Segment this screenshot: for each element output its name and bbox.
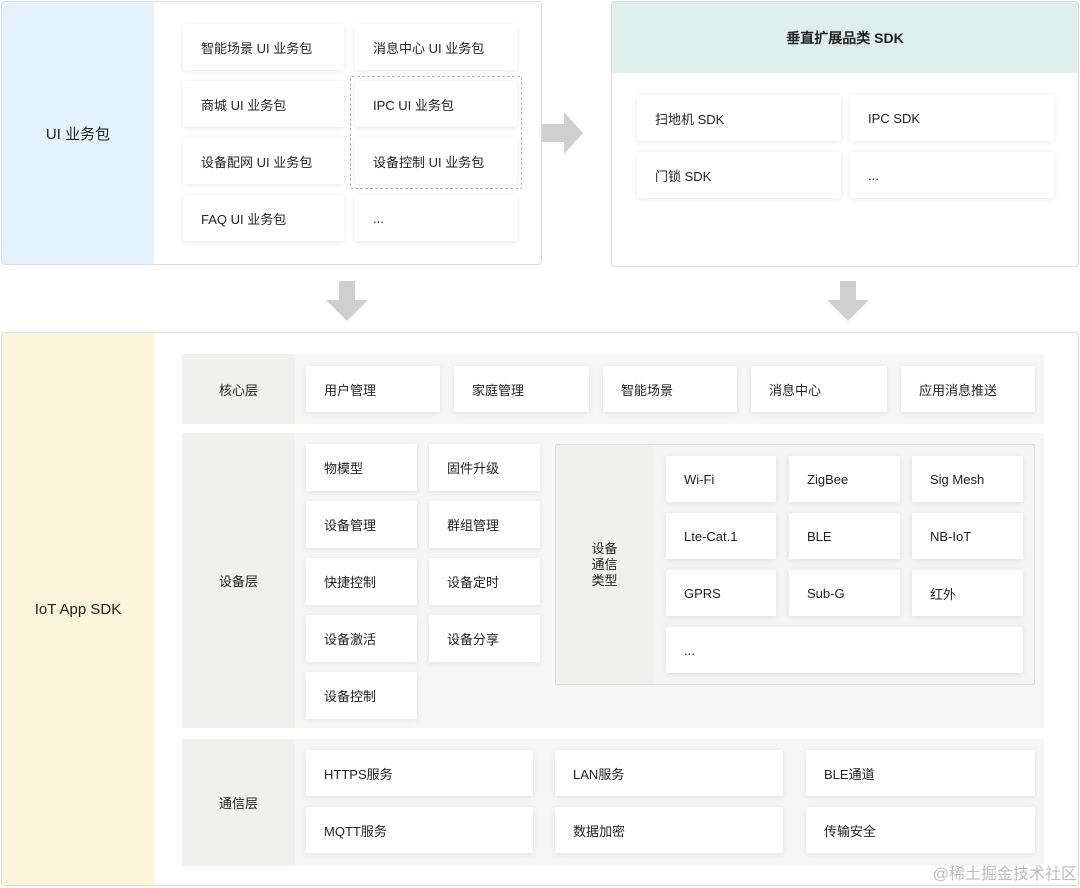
sdk-item: 扫地机 SDK [637, 95, 841, 141]
device-item: 设备控制 [306, 672, 417, 719]
device-item: 物模型 [306, 444, 417, 491]
comm-type-item: Sig Mesh [912, 456, 1023, 502]
ui-package-item: 消息中心 UI 业务包 [355, 24, 517, 70]
device-item: 固件升级 [429, 444, 540, 491]
core-item: 应用消息推送 [901, 366, 1035, 412]
ui-package-item: IPC UI 业务包 [355, 81, 517, 127]
comm-type-item: Wi-Fi [666, 456, 776, 502]
comm-layer-label: 通信层 [182, 739, 295, 866]
core-item: 智能场景 [603, 366, 737, 412]
sdk-item: 门锁 SDK [637, 152, 841, 198]
core-item: 家庭管理 [454, 366, 589, 412]
ui-package-item: 商城 UI 业务包 [183, 81, 344, 127]
ui-package-item: ... [355, 195, 517, 241]
comm-type-item: NB-IoT [912, 513, 1023, 559]
watermark: @稀土掘金技术社区 [932, 866, 1077, 883]
ui-package-item: 设备控制 UI 业务包 [355, 138, 517, 184]
comm-layer-item: BLE通道 [806, 750, 1035, 796]
comm-types-label-text: 设备通信类型 [591, 540, 618, 588]
comm-layer-item: MQTT服务 [306, 807, 533, 853]
comm-layer-item: 数据加密 [555, 807, 783, 853]
comm-type-item: Sub-G [789, 570, 900, 616]
iot-sdk-label: IoT App SDK [2, 333, 154, 885]
ui-package-label: UI 业务包 [2, 2, 154, 264]
device-layer-label: 设备层 [182, 433, 295, 728]
vertical-sdk-title: 垂直扩展品类 SDK [786, 29, 904, 46]
comm-layer-item: LAN服务 [555, 750, 783, 796]
down-arrow-icon [826, 280, 870, 322]
device-item: 设备激活 [306, 615, 417, 662]
device-item: 快捷控制 [306, 558, 417, 605]
vertical-sdk-header: 垂直扩展品类 SDK [612, 2, 1078, 73]
sdk-item: IPC SDK [850, 95, 1054, 141]
core-layer-label: 核心层 [182, 354, 295, 424]
comm-types-label: 设备通信类型 [556, 445, 653, 684]
comm-type-item: ZigBee [789, 456, 900, 502]
right-arrow-icon [540, 110, 584, 156]
comm-type-item: ... [666, 627, 1023, 673]
comm-type-item: GPRS [666, 570, 776, 616]
ui-package-item: FAQ UI 业务包 [183, 195, 344, 241]
device-item: 群组管理 [429, 501, 540, 548]
comm-layer-item: HTTPS服务 [306, 750, 533, 796]
device-item: 设备分享 [429, 615, 540, 662]
device-item: 设备管理 [306, 501, 417, 548]
sdk-item: ... [850, 152, 1054, 198]
comm-type-item: BLE [789, 513, 900, 559]
comm-type-item: 红外 [912, 570, 1023, 616]
down-arrow-icon [325, 280, 369, 322]
core-item: 用户管理 [306, 366, 440, 412]
comm-type-item: Lte-Cat.1 [666, 513, 776, 559]
core-item: 消息中心 [751, 366, 887, 412]
comm-layer-item: 传输安全 [806, 807, 1035, 853]
ui-package-item: 设备配网 UI 业务包 [183, 138, 344, 184]
ui-package-item: 智能场景 UI 业务包 [183, 24, 344, 70]
device-item: 设备定时 [429, 558, 540, 605]
